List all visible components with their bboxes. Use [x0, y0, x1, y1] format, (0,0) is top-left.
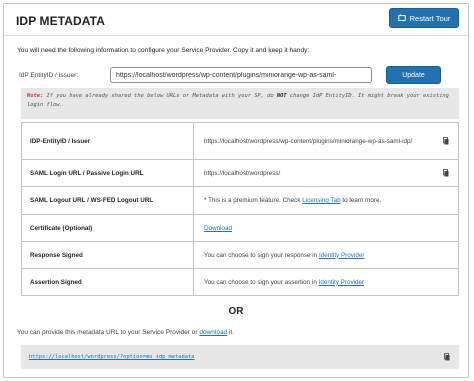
metadata-url-box: https://localhost/wordpress/?option=mo_i… [21, 345, 459, 369]
warning-note: Note: If you have already shared the bel… [21, 88, 459, 119]
assertion-signed-value-cell: You can choose to sign your assertion in… [193, 268, 459, 296]
identity-provider-link[interactable]: Identity Provider [319, 252, 365, 259]
premium-note-after: to learn more. [340, 197, 382, 204]
copy-icon[interactable] [444, 353, 450, 361]
provide-text-before: You can provide this metadata URL to you… [17, 329, 200, 336]
note-prefix: Note: [27, 93, 44, 99]
certificate-key: Certificate (Optional) [21, 214, 194, 242]
premium-note: * This is a premium feature. Check [204, 197, 303, 204]
certificate-download-link[interactable]: Download [204, 225, 232, 232]
note-text-before: If you have already shared the below URL… [43, 93, 277, 99]
entity-id-value: https://localhost/wordpress/wp-content/p… [204, 137, 413, 145]
table-row: Certificate (Optional) Download [21, 214, 459, 242]
table-row: SAML Login URL / Passive Login URL https… [21, 159, 459, 187]
table-row: SAML Logout URL / WS-FED Logout URL * Th… [21, 186, 459, 215]
restart-tour-button[interactable]: Restart Tour [389, 8, 459, 28]
page-title: IDP METADATA [16, 14, 105, 28]
or-separator: OR [228, 306, 244, 317]
identity-provider-link[interactable]: Identity Provider [319, 279, 365, 286]
intro-text: You will need the following information … [17, 47, 310, 54]
note-emphasis: NOT [276, 93, 287, 99]
licensing-tab-link[interactable]: Licensing Tab [302, 197, 340, 204]
assertion-signed-key: Assertion Signed [21, 268, 194, 296]
provide-text-after: it. [227, 329, 235, 336]
certificate-value-cell: Download [193, 214, 459, 242]
metadata-url-link[interactable]: https://localhost/wordpress/?option=mo_i… [29, 354, 195, 360]
response-signed-text: You can choose to sign your response in [204, 251, 319, 259]
login-url-value-cell: https://localhost/wordpress/ [193, 159, 459, 187]
response-signed-value-cell: You can choose to sign your response in … [193, 241, 459, 269]
entity-id-label: IdP EntityID / Issuer: [19, 72, 79, 79]
header-divider [4, 35, 468, 36]
copy-icon[interactable] [443, 137, 449, 145]
metadata-table: IDP-EntityID / Issuer https://localhost/… [21, 122, 459, 296]
restart-tour-label: Restart Tour [409, 13, 451, 23]
provide-text: You can provide this metadata URL to you… [17, 329, 234, 336]
entity-id-value-cell: https://localhost/wordpress/wp-content/p… [193, 122, 459, 160]
entity-id-input[interactable] [110, 67, 372, 83]
table-row: IDP-EntityID / Issuer https://localhost/… [21, 122, 459, 160]
copy-icon[interactable] [443, 169, 449, 177]
logout-url-key: SAML Logout URL / WS-FED Logout URL [21, 186, 194, 215]
table-row: Assertion Signed You can choose to sign … [21, 268, 459, 296]
panel-header: IDP METADATA Restart Tour [4, 4, 468, 34]
idp-metadata-panel: IDP METADATA Restart Tour You will need … [3, 3, 469, 378]
assertion-signed-text: You can choose to sign your assertion in [204, 278, 319, 286]
download-metadata-link[interactable]: download [199, 329, 227, 336]
response-signed-key: Response Signed [21, 241, 194, 269]
login-url-value: https://localhost/wordpress/ [204, 169, 281, 177]
update-button[interactable]: Update [386, 66, 441, 84]
logout-url-value-cell: * This is a premium feature. Check Licen… [193, 186, 459, 215]
restart-icon [397, 14, 406, 22]
login-url-key: SAML Login URL / Passive Login URL [21, 159, 194, 187]
table-row: Response Signed You can choose to sign y… [21, 241, 459, 269]
entity-id-key: IDP-EntityID / Issuer [21, 122, 194, 160]
